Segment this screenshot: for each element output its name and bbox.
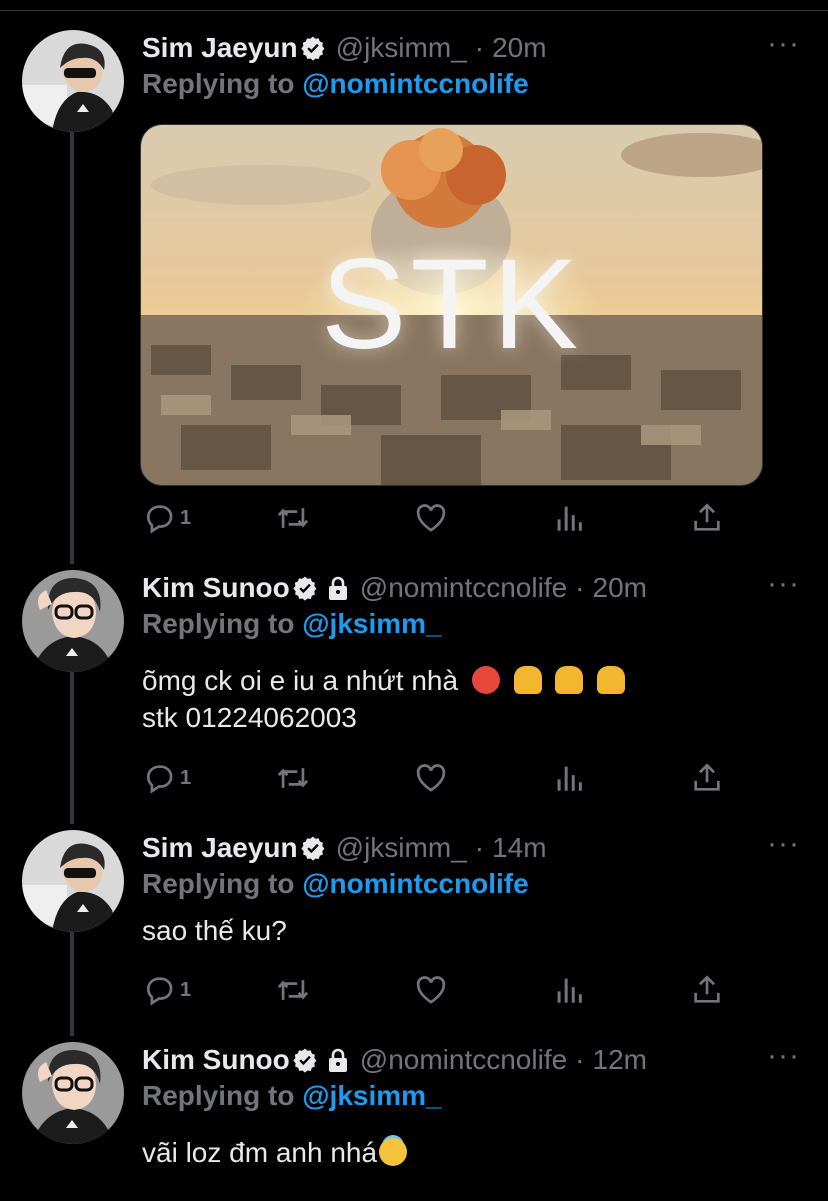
more-options-button[interactable]: ··· [767,829,800,859]
reply-button[interactable]: 1 [142,972,191,1008]
replying-to: Replying to @jksimm_ [142,1080,442,1112]
lock-icon [326,575,350,601]
tweet-header: Sim Jaeyun @jksimm_ · 14m [142,830,547,866]
reply-icon [142,973,176,1007]
user-handle[interactable]: @jksimm_ [336,832,467,864]
share-button[interactable] [690,972,724,1008]
user-handle[interactable]: @nomintccnolife [360,572,567,604]
like-button[interactable] [414,760,448,796]
tweet-actions: 1 [142,972,742,1008]
tweet-image[interactable]: STK [140,124,763,486]
avatar[interactable] [22,1042,124,1144]
share-button[interactable] [690,500,724,536]
replying-label: Replying to [142,1080,303,1111]
lock-icon [326,1047,350,1073]
analytics-button[interactable] [552,500,586,536]
retweet-icon [276,761,310,795]
retweet-button[interactable] [276,760,310,796]
avatar[interactable] [22,30,124,132]
tweet[interactable]: Kim Sunoo @nomintccnolife · 12m ··· Repl… [0,1041,828,1201]
analytics-button[interactable] [552,760,586,796]
reply-button[interactable]: 1 [142,500,191,536]
replying-to: Replying to @jksimm_ [142,608,442,640]
share-button[interactable] [690,760,724,796]
replying-label: Replying to [142,68,303,99]
verified-badge-icon [292,1047,318,1073]
verified-badge-icon [292,575,318,601]
heart-hands-emoji [597,666,626,694]
display-name[interactable]: Sim Jaeyun [142,832,298,864]
display-name[interactable]: Kim Sunoo [142,1044,290,1076]
analytics-icon [552,501,586,535]
tweet-text: sao thế ku? [142,915,287,946]
timestamp[interactable]: 14m [492,832,546,864]
tweet-text-line: stk 01224062003 [142,702,357,733]
tweet-text: vãi loz đm anh nhá [142,1134,408,1171]
more-options-button[interactable]: ··· [767,29,800,59]
more-options-button[interactable]: ··· [767,1041,800,1071]
avatar[interactable] [22,570,124,672]
mention-link[interactable]: @nomintccnolife [302,868,528,899]
reply-count: 1 [180,978,192,1001]
more-options-button[interactable]: ··· [767,569,800,599]
smiling-face-with-halo-emoji [379,1138,408,1166]
retweet-button[interactable] [276,972,310,1008]
share-icon [690,761,724,795]
timestamp[interactable]: 12m [593,1044,647,1076]
reply-count: 1 [180,506,192,529]
separator: · [575,1044,585,1075]
separator: · [575,572,585,603]
replying-to: Replying to @nomintccnolife [142,68,529,100]
timestamp[interactable]: 20m [593,572,647,604]
mention-link[interactable]: @jksimm_ [302,608,441,639]
mention-link[interactable]: @nomintccnolife [302,68,528,99]
user-handle[interactable]: @jksimm_ [336,32,467,64]
reply-count: 1 [180,766,192,789]
like-icon [414,501,448,535]
retweet-button[interactable] [276,500,310,536]
like-icon [414,761,448,795]
tweet-actions: 1 [142,760,742,796]
separator: · [474,32,485,63]
reply-button[interactable]: 1 [142,760,191,796]
tweet[interactable]: Sim Jaeyun @jksimm_ · 20m ··· Replying t… [0,29,828,540]
separator: · [474,832,485,863]
share-icon [690,973,724,1007]
analytics-icon [552,761,586,795]
display-name[interactable]: Sim Jaeyun [142,32,298,64]
avatar[interactable] [22,830,124,932]
tweet-text: õmg ck oi e iu a nhứt nhà stk 0122406200… [142,662,626,736]
like-icon [414,973,448,1007]
tweet-header: Sim Jaeyun @jksimm_ · 20m [142,30,547,66]
display-name[interactable]: Kim Sunoo [142,572,290,604]
share-icon [690,501,724,535]
verified-badge-icon [300,835,326,861]
tweet-header: Kim Sunoo @nomintccnolife · 12m [142,1042,647,1078]
tweet[interactable]: Sim Jaeyun @jksimm_ · 14m ··· Replying t… [0,829,828,1030]
tweet[interactable]: Kim Sunoo @nomintccnolife · 20m ··· Repl… [0,569,828,820]
like-button[interactable] [414,972,448,1008]
mention-link[interactable]: @jksimm_ [302,1080,441,1111]
replying-to: Replying to @nomintccnolife [142,868,529,900]
replying-label: Replying to [142,868,303,899]
tweet-actions: 1 [142,500,742,536]
analytics-button[interactable] [552,972,586,1008]
timestamp[interactable]: 20m [492,32,546,64]
heart-hands-emoji [513,666,542,694]
replying-label: Replying to [142,608,303,639]
like-button[interactable] [414,500,448,536]
hot-face-emoji [471,666,500,694]
retweet-icon [276,501,310,535]
verified-badge-icon [300,35,326,61]
user-handle[interactable]: @nomintccnolife [360,1044,567,1076]
image-caption-text: STK [321,233,582,376]
tweet-header: Kim Sunoo @nomintccnolife · 20m [142,570,647,606]
tweet-text-line: õmg ck oi e iu a nhứt nhà [142,662,626,699]
top-divider [0,0,828,11]
analytics-icon [552,973,586,1007]
reply-icon [142,761,176,795]
retweet-icon [276,973,310,1007]
reply-icon [142,501,176,535]
heart-hands-emoji [555,666,584,694]
